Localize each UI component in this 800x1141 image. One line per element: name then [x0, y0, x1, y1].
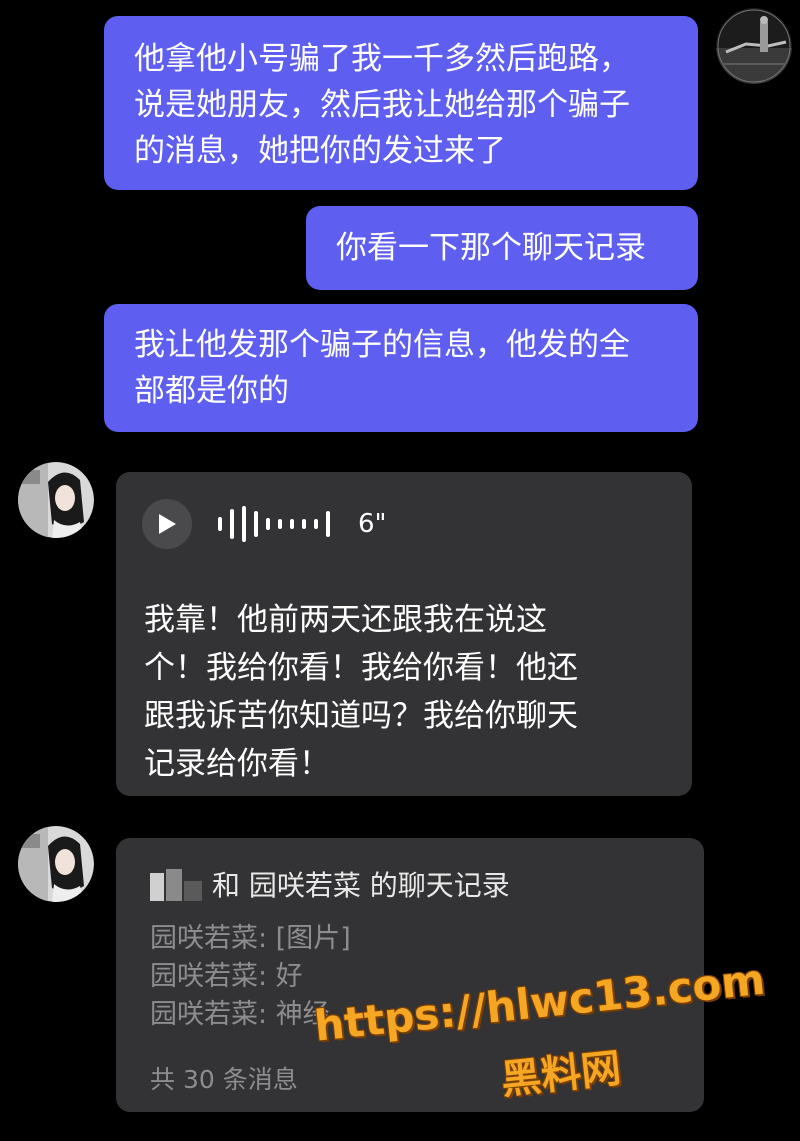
chat-record-title: 和 园咲若菜 的聊天记录	[150, 864, 510, 904]
voice-transcript: 我靠！他前两天还跟我在说这 个！我给你看！我给你看！他还 跟我诉苦你知道吗？我给…	[144, 602, 578, 782]
outgoing-message-bubble[interactable]: 他拿他小号骗了我一千多然后跑路， 说是她朋友，然后我让她给那个骗子 的消息，她把…	[104, 16, 698, 190]
waveform	[218, 504, 338, 544]
message-text: 他拿他小号骗了我一千多然后跑路， 说是她朋友，然后我让她给那个骗子 的消息，她把…	[134, 41, 630, 169]
play-icon	[159, 514, 176, 534]
message-text: 你看一下那个聊天记录	[336, 230, 646, 266]
redacted-name	[150, 867, 204, 901]
contact-avatar[interactable]	[18, 462, 94, 538]
voice-duration: 6"	[358, 509, 387, 539]
chat-record-line: 园咲若菜: 好	[150, 961, 303, 992]
voice-player[interactable]: 6"	[142, 498, 387, 550]
chat-record-count: 共 30 条消息	[150, 1065, 298, 1094]
self-avatar[interactable]	[716, 8, 792, 84]
outgoing-message-bubble[interactable]: 你看一下那个聊天记录	[306, 206, 698, 290]
play-button[interactable]	[142, 499, 192, 549]
voice-message-bubble[interactable]: 6" 我靠！他前两天还跟我在说这 个！我给你看！我给你看！他还 跟我诉苦你知道吗…	[116, 472, 692, 796]
chat-record-line: 园咲若菜: [图片]	[150, 923, 351, 954]
contact-avatar[interactable]	[18, 826, 94, 902]
chat-record-line: 园咲若菜: 神经	[150, 999, 330, 1030]
outgoing-message-bubble[interactable]: 我让他发那个骗子的信息，他发的全 部都是你的	[104, 304, 698, 432]
message-text: 我让他发那个骗子的信息，他发的全 部都是你的	[134, 327, 630, 409]
